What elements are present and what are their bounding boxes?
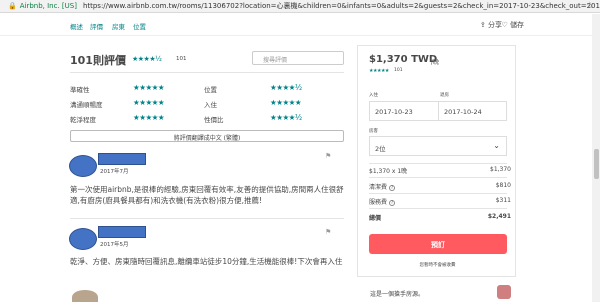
nightly-price: $1,370 TWD (369, 54, 438, 65)
divider (70, 72, 344, 73)
review-date: 2017年5月 (100, 242, 129, 248)
lock-icon: 🔒 (8, 2, 17, 10)
scrollbar-thumb[interactable] (594, 149, 599, 179)
total-value: $2,491 (487, 213, 511, 220)
share-button[interactable]: ⇪ 分享 (480, 20, 502, 30)
checkout-date-field[interactable]: 2017-10-24 (438, 101, 507, 121)
category-stars-cleanliness: ★★★★★ (133, 113, 165, 122)
service-fee-row: 服務費? (369, 197, 396, 206)
listing-nav: 概述 評價 房東 位置 ⇪ 分享 ♡ 儲存 (0, 14, 600, 36)
gem-icon (497, 285, 511, 299)
popular-listing-text: 這是一個搶手房源。 (370, 291, 425, 298)
category-stars-value: ★★★★½ (270, 113, 302, 122)
per-night-label: /晚 (431, 59, 440, 66)
reviews-stars: ★★★★½ (132, 55, 162, 63)
category-label-value: 性價比 (204, 116, 224, 124)
divider (369, 208, 507, 209)
category-stars-checkin: ★★★★★ (270, 98, 302, 107)
flag-icon[interactable]: ⚑ (325, 152, 331, 160)
guests-label: 房客 (369, 129, 378, 134)
flag-icon[interactable]: ⚑ (325, 228, 331, 236)
cleaning-fee-value: $810 (495, 182, 511, 189)
review-date: 2017年7月 (100, 169, 129, 175)
reviewer-avatar[interactable] (69, 155, 97, 177)
info-icon[interactable]: ? (389, 200, 396, 206)
divider (369, 163, 507, 164)
category-stars-accuracy: ★★★★★ (133, 83, 165, 92)
nightly-subtotal-value: $1,370 (490, 166, 511, 173)
cleaning-fee-label: 清潔費 (369, 184, 388, 191)
divider (70, 218, 344, 219)
tab-location[interactable]: 位置 (133, 21, 146, 31)
checkin-label: 入住 (369, 93, 378, 98)
no-charge-note: 您暫時不會被收費 (419, 263, 456, 268)
review-text: 乾淨、方便、房東隨時回覆訊息,離纜車站徒步10分鐘,生活機能很棒!下次會再入住 (70, 257, 343, 266)
review-text: 第一次使用airbnb,是很棒的經驗,房東回覆有效率,友善的提供協助,房間兩人住… (70, 185, 344, 205)
service-fee-value: $311 (495, 197, 511, 204)
service-fee-label: 服務費 (369, 199, 388, 206)
reviews-count: 101 (176, 56, 187, 62)
reviewer-avatar[interactable] (69, 228, 97, 250)
reviewer-name-redacted (98, 153, 146, 165)
reviews-title: 101則評價 (70, 54, 126, 67)
category-stars-communication: ★★★★★ (133, 98, 165, 107)
save-label: 儲存 (510, 21, 524, 29)
booking-card: $1,370 TWD /晚 ★★★★★ 101 入住 退房 2017-10-23… (357, 45, 516, 277)
book-button[interactable]: 預訂 (369, 234, 507, 254)
divider (369, 193, 507, 194)
checkin-date-field[interactable]: 2017-10-23 (369, 101, 439, 121)
search-reviews-input[interactable]: 搜尋評價 (252, 51, 344, 65)
tab-reviews[interactable]: 評價 (90, 21, 103, 31)
booking-review-count: 101 (394, 68, 403, 73)
share-label: 分享 (488, 21, 502, 29)
tab-host[interactable]: 房東 (112, 21, 125, 31)
guests-value: 2位 (375, 145, 386, 153)
category-label-cleanliness: 乾淨程度 (70, 116, 96, 124)
total-label: 總價 (369, 215, 382, 222)
category-stars-location: ★★★★½ (270, 83, 302, 92)
cleaning-fee-row: 清潔費? (369, 182, 396, 191)
category-label-communication: 溝通順暢度 (70, 101, 103, 109)
category-label-accuracy: 準確性 (70, 86, 90, 94)
share-icon: ⇪ (479, 21, 486, 29)
category-label-location: 位置 (204, 86, 217, 94)
reviewer-name-redacted (98, 226, 146, 238)
booking-stars: ★★★★★ (369, 68, 389, 74)
tab-overview[interactable]: 概述 (70, 21, 83, 31)
site-label: Airbnb, Inc. [US] (19, 2, 77, 10)
page: 🔒 Airbnb, Inc. [US] https://www.airbnb.c… (0, 0, 600, 302)
save-button[interactable]: ♡ 儲存 (501, 20, 524, 30)
divider (369, 177, 507, 178)
chevron-down-icon: ⌄ (493, 141, 500, 150)
reviewer-avatar[interactable] (72, 290, 98, 302)
url-text[interactable]: https://www.airbnb.com.tw/rooms/11306702… (83, 1, 600, 11)
info-icon[interactable]: ? (389, 185, 396, 191)
translate-reviews-button[interactable]: 將評價翻譯成中文 (繁體) (70, 130, 344, 142)
guests-select[interactable]: 2位 ⌄ (369, 136, 507, 156)
heart-icon: ♡ (501, 21, 508, 29)
bookmark-star-icon[interactable]: ☆ (586, 1, 594, 11)
nightly-subtotal-label: $1,370 x 1晚 (369, 168, 408, 175)
address-bar[interactable]: 🔒 Airbnb, Inc. [US] https://www.airbnb.c… (0, 0, 600, 13)
category-label-checkin: 入住 (204, 101, 217, 109)
checkout-label: 退房 (440, 93, 449, 98)
